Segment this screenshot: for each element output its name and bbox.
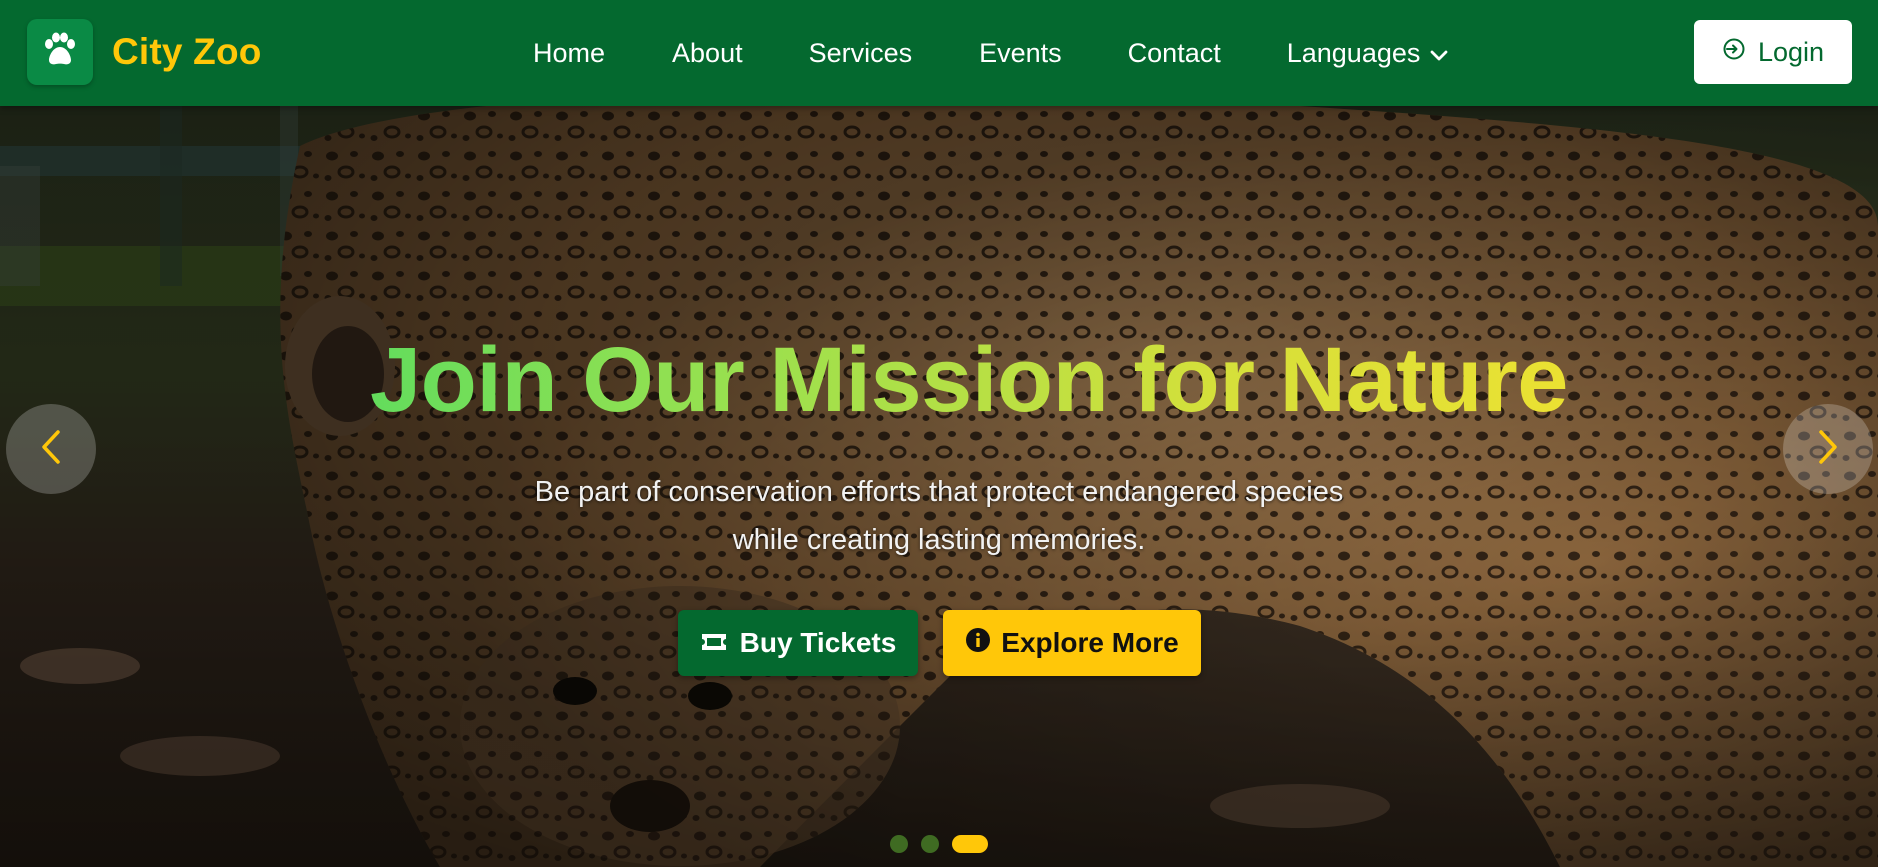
logo-badge <box>27 19 93 85</box>
info-circle-icon <box>965 627 1001 660</box>
ticket-icon <box>700 627 740 659</box>
hero-title: Join Our Mission for Nature <box>0 334 1878 426</box>
carousel-dot-2[interactable] <box>921 835 939 853</box>
carousel-prev-button[interactable] <box>6 404 96 494</box>
buy-tickets-label: Buy Tickets <box>739 627 897 658</box>
hero-subtitle-line-1: Be part of conservation efforts that pro… <box>534 476 1344 508</box>
languages-dropdown[interactable]: Languages <box>1287 38 1449 69</box>
explore-more-label: Explore More <box>1001 627 1179 658</box>
nav-contact[interactable]: Contact <box>1128 38 1221 69</box>
carousel-next-button[interactable] <box>1783 404 1873 494</box>
hero-subtitle: Be part of conservation efforts that pro… <box>439 468 1439 564</box>
main-nav: Home About Services Events Contact Langu… <box>533 0 1448 106</box>
languages-label: Languages <box>1286 37 1421 68</box>
hero-carousel: Join Our Mission for Nature Be part of c… <box>0 106 1878 867</box>
brand[interactable]: City Zoo <box>27 19 262 85</box>
chevron-left-icon <box>40 429 62 470</box>
hero-subtitle-line-2: while creating lasting memories. <box>732 524 1146 556</box>
buy-tickets-button[interactable]: Buy Tickets <box>678 610 918 676</box>
sign-in-icon <box>1722 37 1758 68</box>
chevron-right-icon <box>1817 429 1839 470</box>
nav-home[interactable]: Home <box>533 38 605 69</box>
login-button[interactable]: Login <box>1694 20 1852 84</box>
login-label: Login <box>1757 36 1825 67</box>
nav-events[interactable]: Events <box>979 38 1062 69</box>
explore-more-button[interactable]: Explore More <box>943 610 1201 676</box>
carousel-indicators <box>890 835 988 853</box>
hero-actions: Buy Tickets Explore More <box>678 610 1201 676</box>
paw-icon <box>40 32 80 73</box>
brand-name: City Zoo <box>112 31 262 72</box>
carousel-dot-3-active[interactable] <box>952 835 988 853</box>
nav-about[interactable]: About <box>672 38 743 69</box>
carousel-dot-1[interactable] <box>890 835 908 853</box>
nav-services[interactable]: Services <box>809 38 913 69</box>
chevron-down-icon <box>1420 38 1448 69</box>
navbar: City Zoo Home About Services Events Cont… <box>0 0 1878 106</box>
